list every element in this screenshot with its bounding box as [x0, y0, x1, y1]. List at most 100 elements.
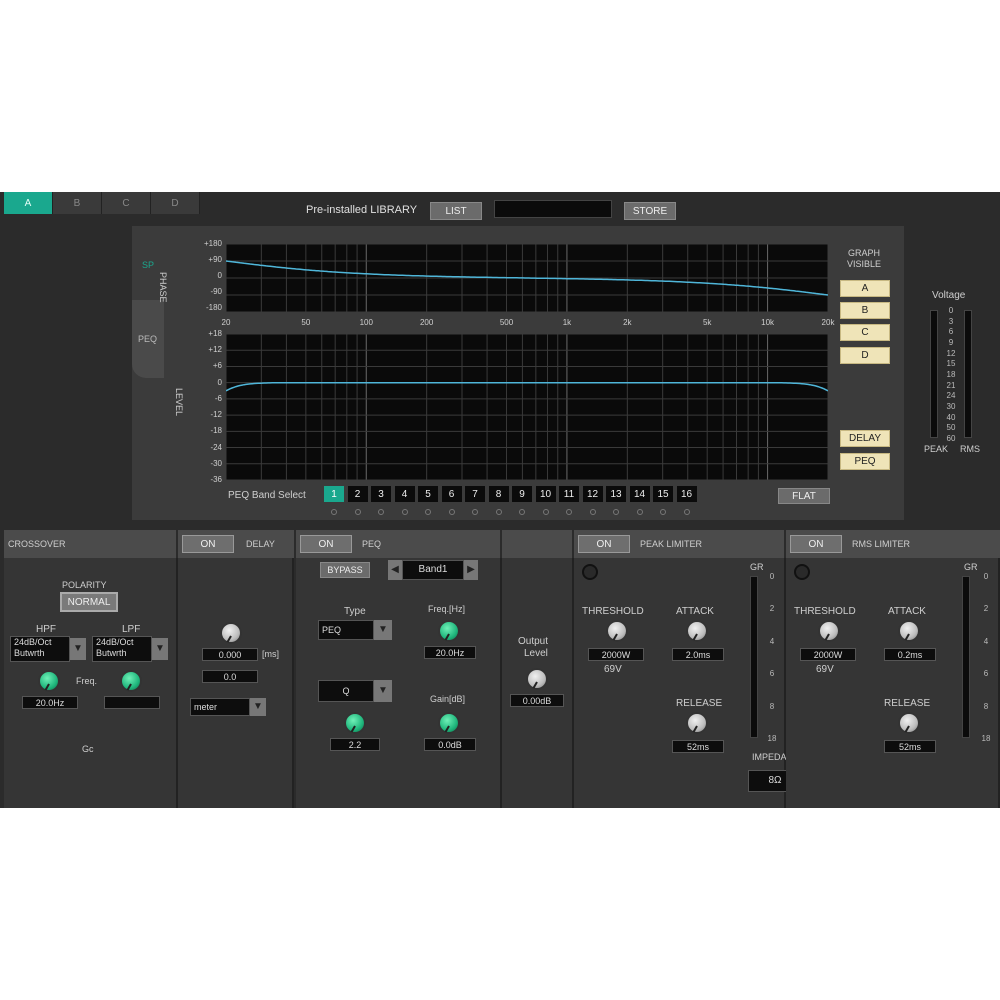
delay-ms-value[interactable]: 0.000	[202, 648, 258, 661]
delay-on-button[interactable]: ON	[182, 535, 234, 553]
lpf-freq-value[interactable]	[104, 696, 160, 709]
peq-band-button-12[interactable]: 12	[582, 486, 603, 502]
hpf-freq-value[interactable]: 20.0Hz	[22, 696, 78, 709]
peq-band-indicator-icon	[495, 509, 502, 515]
tab-c[interactable]: C	[102, 192, 151, 214]
peq-band-button-2[interactable]: 2	[347, 486, 368, 502]
peak-threshold-knob[interactable]	[606, 620, 628, 642]
peq-band-button-15[interactable]: 15	[653, 486, 673, 502]
peq-band-button-7[interactable]: 7	[465, 486, 485, 502]
library-store-button[interactable]: STORE	[624, 202, 676, 220]
band-prev-arrow-icon[interactable]: ◀	[388, 560, 402, 580]
hpf-dropdown-arrow-icon[interactable]: ▼	[70, 638, 86, 660]
lpf-type-dropdown[interactable]: 24dB/Oct Butwrth	[92, 636, 152, 662]
peq-band-button-9[interactable]: 9	[512, 486, 532, 502]
peq-bypass-button[interactable]: BYPASS	[320, 562, 370, 578]
peq-type-dropdown-arrow-icon[interactable]: ▼	[374, 620, 392, 640]
tab-a[interactable]: A	[4, 192, 53, 214]
peq-band-value[interactable]: Band1	[402, 560, 464, 580]
hpf-freq-knob[interactable]	[38, 670, 60, 692]
peq-band-indicator-icon	[566, 509, 572, 515]
graph-visible-b-button[interactable]: B	[840, 302, 890, 319]
graph-visible-d-button[interactable]: D	[840, 347, 890, 364]
peq-band-button-13[interactable]: 13	[606, 486, 626, 502]
peq-gain-value[interactable]: 0.0dB	[424, 738, 476, 751]
library-list-button[interactable]: LIST	[430, 202, 482, 220]
gr-scale-label: 6	[769, 669, 775, 679]
output-level-knob[interactable]	[526, 668, 548, 690]
peq-band-button-10[interactable]: 10	[535, 486, 556, 502]
lpf-dropdown-arrow-icon[interactable]: ▼	[152, 638, 168, 660]
rms-attack-value[interactable]: 0.2ms	[884, 648, 936, 661]
hpf-type-dropdown[interactable]: 24dB/Oct Butwrth	[10, 636, 70, 662]
flat-button[interactable]: FLAT	[778, 488, 830, 504]
peak-attack-knob[interactable]	[686, 620, 708, 642]
hpf-label: HPF	[36, 624, 56, 635]
rms-release-label: RELEASE	[884, 698, 931, 709]
peak-release-knob[interactable]	[686, 712, 708, 734]
polarity-label: POLARITY	[62, 580, 107, 590]
peq-type-dropdown[interactable]: PEQ	[318, 620, 374, 640]
peq-q-value[interactable]: 2.2	[330, 738, 380, 751]
peq-band-button-5[interactable]: 5	[418, 486, 438, 502]
peq-q-knob[interactable]	[344, 712, 366, 734]
peq-gain-knob[interactable]	[438, 712, 460, 734]
peak-attack-value[interactable]: 2.0ms	[672, 648, 724, 661]
peak-limiter-indicator-icon	[582, 564, 598, 580]
peq-band-button-14[interactable]: 14	[629, 486, 650, 502]
peak-release-label: RELEASE	[676, 698, 723, 709]
peq-view-button[interactable]: PEQ	[840, 453, 890, 470]
peq-band-button-1[interactable]: 1	[324, 486, 344, 502]
graph-visible-c-button[interactable]: C	[840, 324, 890, 341]
peak-threshold-value[interactable]: 2000W	[588, 648, 644, 661]
delay-distance-value[interactable]: 0.0	[202, 670, 258, 683]
peq-band-button-16[interactable]: 16	[676, 486, 697, 502]
graph-visible-a-button[interactable]: A	[840, 280, 890, 297]
peak-release-value[interactable]: 52ms	[672, 740, 724, 753]
rms-limiter-on-button[interactable]: ON	[790, 535, 842, 553]
lpf-label: LPF	[122, 624, 141, 635]
tab-d[interactable]: D	[151, 192, 200, 214]
peq-q-dropdown[interactable]: Q	[318, 680, 374, 702]
peq-band-button-11[interactable]: 11	[559, 486, 579, 502]
peq-title: PEQ	[362, 539, 382, 549]
rms-threshold-knob[interactable]	[818, 620, 840, 642]
band-next-arrow-icon[interactable]: ▶	[464, 560, 478, 580]
peq-freq-value[interactable]: 20.0Hz	[424, 646, 476, 659]
level-tick-label: +18	[208, 329, 222, 338]
lpf-freq-knob[interactable]	[120, 670, 142, 692]
polarity-button[interactable]: NORMAL	[60, 592, 118, 612]
peq-band-button-6[interactable]: 6	[441, 486, 462, 502]
rms-release-value[interactable]: 52ms	[884, 740, 936, 753]
output-level-value[interactable]: 0.00dB	[510, 694, 564, 707]
delay-unit-dropdown-arrow-icon[interactable]: ▼	[250, 698, 266, 716]
rms-attack-knob[interactable]	[898, 620, 920, 642]
peak-attack-label: ATTACK	[676, 606, 714, 617]
gr-scale-label: 0	[983, 572, 989, 581]
side-tab-peq[interactable]: PEQ	[132, 300, 164, 378]
library-name-field[interactable]	[494, 200, 612, 218]
rms-threshold-value[interactable]: 2000W	[800, 648, 856, 661]
tab-b[interactable]: B	[53, 192, 102, 214]
graph-background	[226, 334, 828, 480]
voltage-scale-label: 3	[948, 316, 954, 326]
peq-q-dropdown-arrow-icon[interactable]: ▼	[374, 680, 392, 702]
rms-gr-label: GR	[964, 562, 978, 572]
peq-on-button[interactable]: ON	[300, 535, 352, 553]
level-tick-label: -30	[210, 458, 222, 468]
freq-tick-label: 2k	[623, 318, 632, 327]
level-tick-label: +12	[208, 345, 222, 355]
speaker-processor-window: A B C D Pre-installed LIBRARY LIST STORE…	[0, 192, 1000, 808]
peq-band-indicator-icon	[683, 509, 690, 515]
peq-freq-knob[interactable]	[438, 620, 460, 642]
peak-limiter-on-button[interactable]: ON	[578, 535, 630, 553]
peq-band-button-8[interactable]: 8	[488, 486, 509, 502]
delay-knob[interactable]	[220, 622, 242, 644]
level-axis-label: LEVEL	[174, 388, 184, 417]
delay-unit-dropdown[interactable]: meter	[190, 698, 250, 716]
delay-view-button[interactable]: DELAY	[840, 430, 890, 447]
peq-band-button-4[interactable]: 4	[394, 486, 415, 502]
rms-release-knob[interactable]	[898, 712, 920, 734]
freq-tick-label: 1k	[562, 318, 572, 327]
peq-band-button-3[interactable]: 3	[371, 486, 391, 502]
